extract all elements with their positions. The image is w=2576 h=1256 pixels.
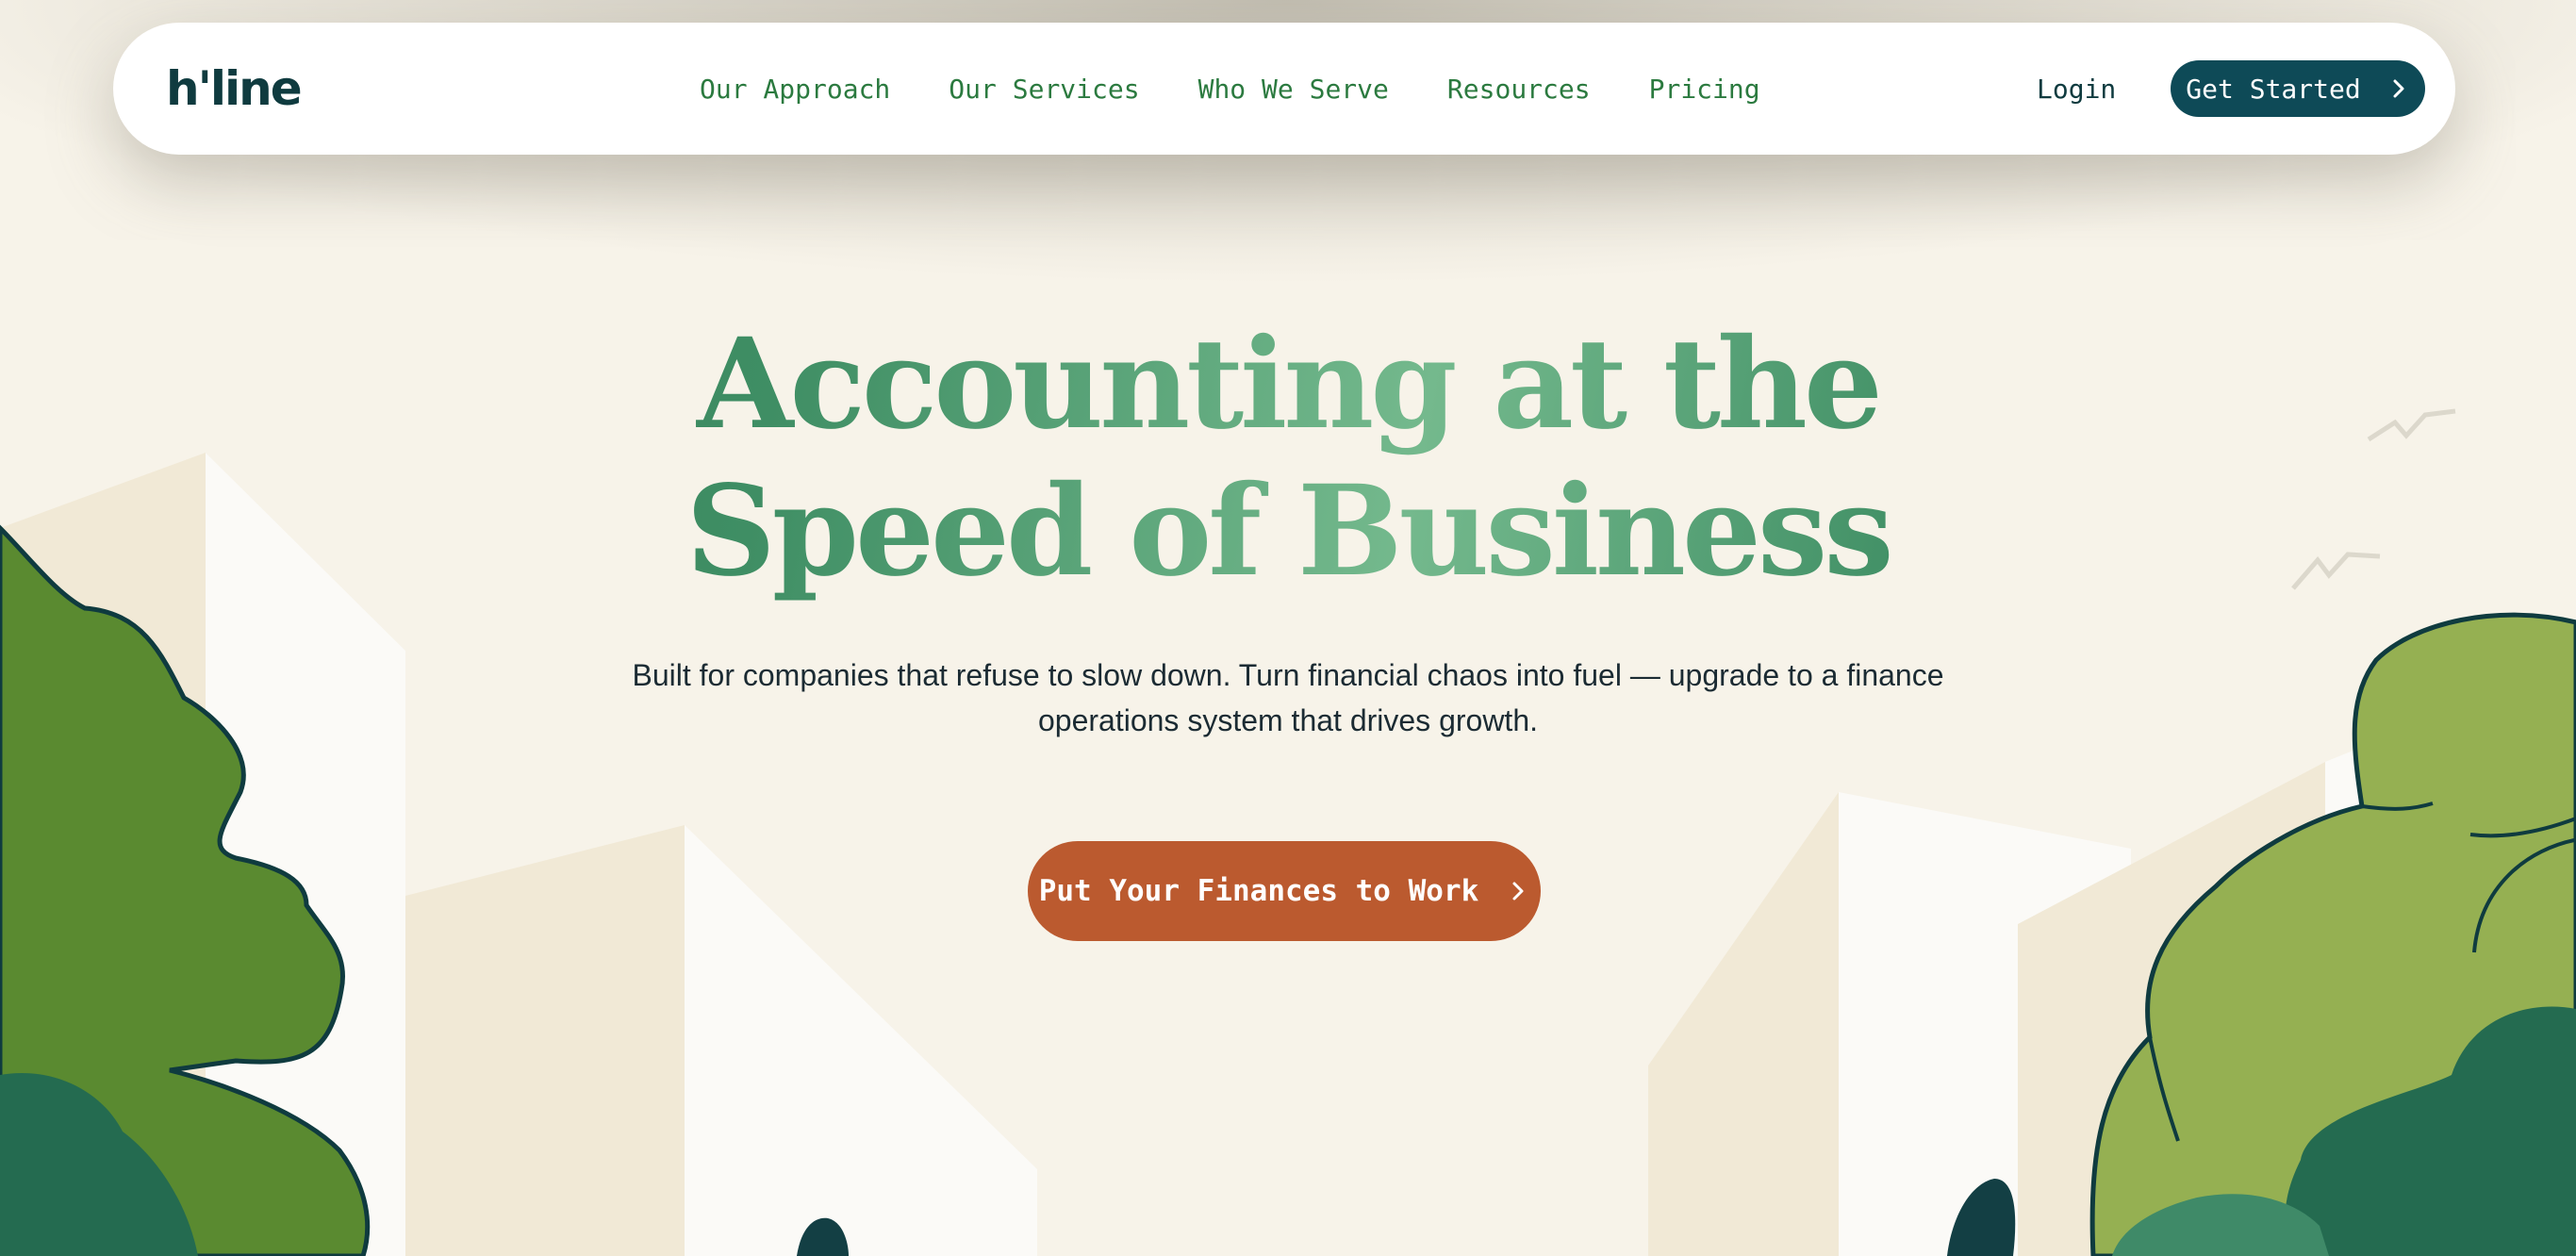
nav-links: Our Approach Our Services Who We Serve R… (700, 23, 1760, 155)
logo[interactable]: h'line (166, 60, 303, 117)
hero-title-line-2: Speed of Business (685, 458, 1891, 604)
landing-page: h'line Our Approach Our Services Who We … (0, 0, 2576, 1256)
nav-link-who-we-serve[interactable]: Who We Serve (1198, 74, 1389, 105)
logo-text: h'line (166, 61, 303, 116)
top-navbar: h'line Our Approach Our Services Who We … (113, 23, 2455, 155)
nav-link-our-services[interactable]: Our Services (949, 74, 1139, 105)
midright-building-shade (1648, 792, 1839, 1256)
cta-label: Put Your Finances to Work (1038, 874, 1479, 908)
hero-title: Accounting at the Speed of Business (0, 311, 2576, 605)
hero-title-line-1: Accounting at the (697, 311, 1879, 457)
get-started-label: Get Started (2186, 73, 2361, 105)
hero-subtitle: Built for companies that refuse to slow … (632, 658, 1944, 737)
nav-link-resources[interactable]: Resources (1447, 74, 1591, 105)
nav-link-our-approach[interactable]: Our Approach (700, 74, 890, 105)
login-link[interactable]: Login (2037, 23, 2116, 155)
chevron-right-icon (2393, 79, 2404, 98)
chevron-right-icon (1512, 882, 1524, 901)
nav-link-pricing[interactable]: Pricing (1649, 74, 1760, 105)
get-started-button[interactable]: Get Started (2171, 60, 2425, 117)
midleft-building-shade (405, 825, 685, 1256)
put-finances-to-work-button[interactable]: Put Your Finances to Work (1028, 841, 1541, 941)
midleft-building-light (685, 825, 1037, 1256)
